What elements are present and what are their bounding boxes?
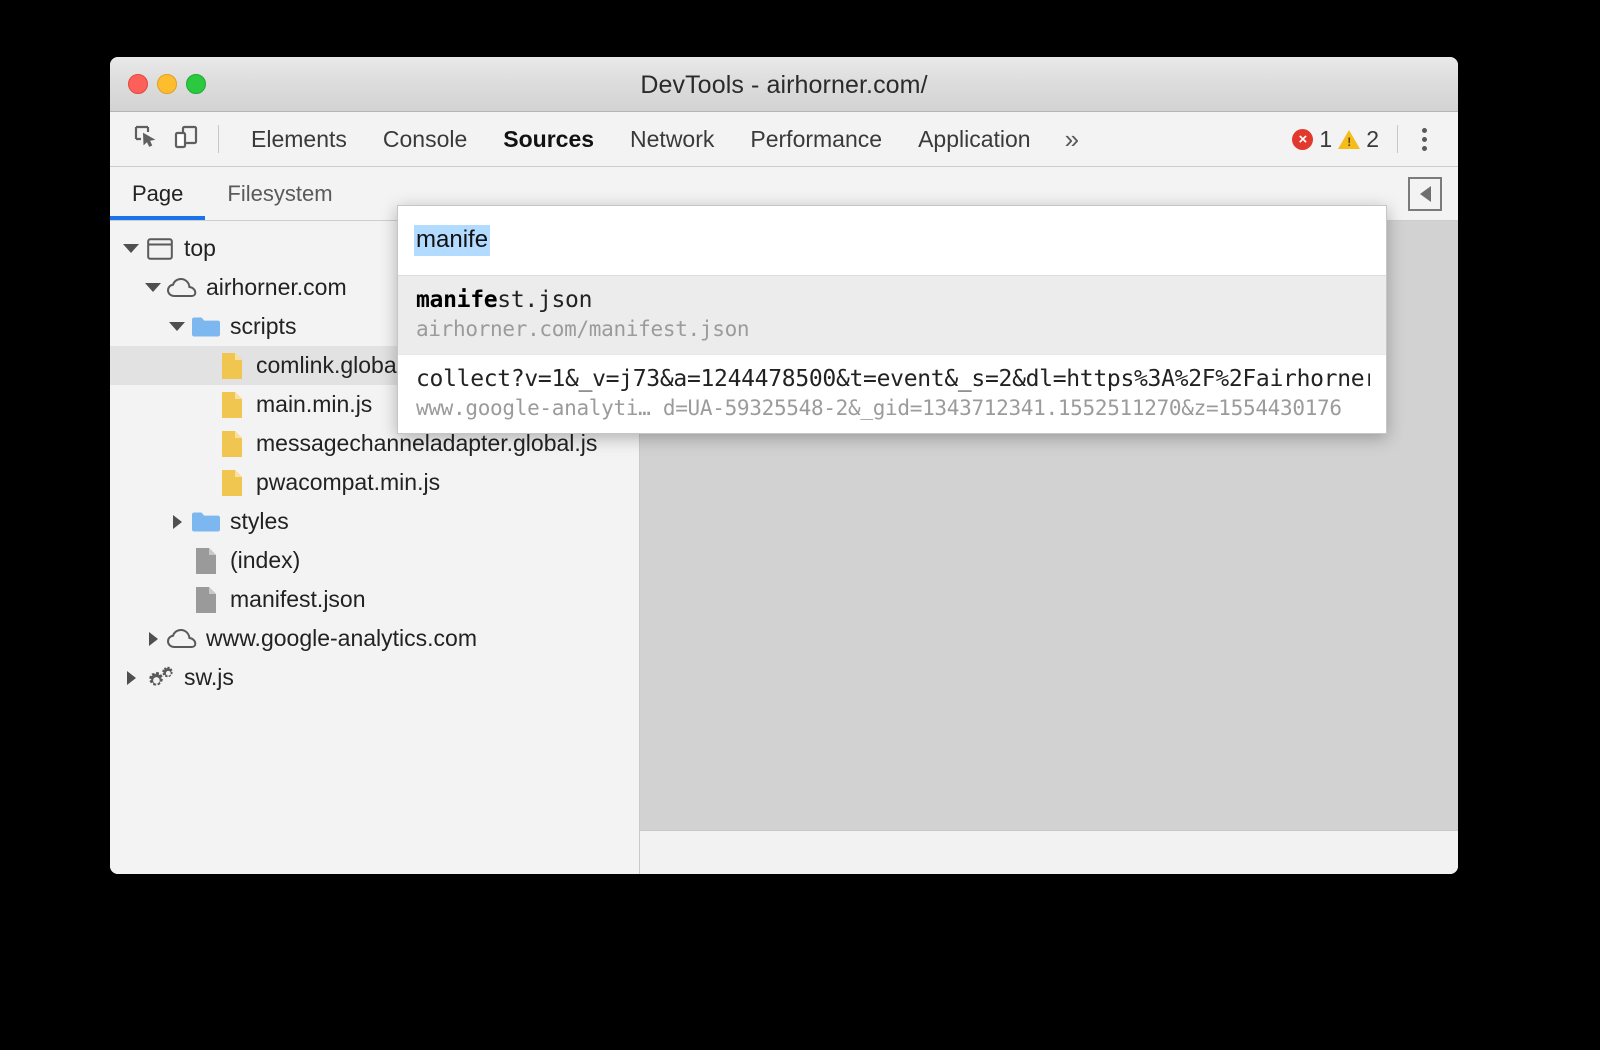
device-toolbar-button[interactable]: [166, 119, 206, 159]
nav-tab-page[interactable]: Page: [110, 167, 206, 220]
device-toolbar-icon: [173, 124, 199, 155]
document-icon: [188, 586, 224, 614]
error-icon: ×: [1292, 128, 1314, 150]
editor-status-bar: [640, 830, 1458, 874]
disclosure-triangle[interactable]: [120, 670, 142, 685]
quick-open-result-title: manifest.json: [416, 287, 1370, 313]
tree-item-styles[interactable]: styles: [110, 502, 639, 541]
disclosure-triangle[interactable]: [142, 283, 164, 292]
toolbar-divider-2: [1397, 125, 1398, 153]
panel-tabs: Elements Console Sources Network Perform…: [233, 112, 1095, 166]
document-icon: [188, 547, 224, 575]
quick-open-result-manifest[interactable]: manifest.json airhorner.com/manifest.jso…: [398, 276, 1386, 355]
tree-item-label: top: [184, 235, 216, 261]
chevron-left-glyph: [1419, 186, 1431, 202]
service-worker-icon: [142, 664, 178, 692]
tree-item-manifest-json[interactable]: manifest.json: [110, 580, 639, 619]
devtools-toolbar: Elements Console Sources Network Perform…: [110, 112, 1458, 167]
title-bar: DevTools - airhorner.com/: [110, 57, 1458, 112]
more-panels-button[interactable]: »: [1049, 112, 1095, 166]
tree-item-label: www.google-analytics.com: [206, 625, 478, 651]
quick-open-result-subtitle: www.google-analyti… d=UA-59325548-2&_gid…: [416, 396, 1342, 420]
toolbar-right-group: × 1 2: [1292, 112, 1444, 166]
folder-icon: [188, 315, 224, 339]
tab-application[interactable]: Application: [900, 112, 1049, 166]
tree-item-label: styles: [230, 508, 289, 534]
tree-item-label: sw.js: [184, 664, 234, 690]
tree-item-label: pwacompat.min.js: [256, 469, 441, 495]
tree-item-index[interactable]: (index): [110, 541, 639, 580]
disclosure-triangle[interactable]: [166, 514, 188, 529]
quick-open-input-wrap[interactable]: manife: [398, 206, 1386, 276]
frame-icon: [142, 237, 178, 260]
error-count: 1: [1319, 125, 1333, 152]
js-file-icon: [214, 352, 250, 380]
quick-open-input[interactable]: manife: [414, 224, 491, 257]
toolbar-divider: [218, 125, 219, 153]
quick-open-result-subtitle: airhorner.com/manifest.json: [416, 317, 750, 341]
warning-count: 2: [1366, 125, 1379, 152]
kebab-menu-icon[interactable]: [1404, 119, 1444, 159]
tree-item-label: main.min.js: [256, 391, 373, 417]
quick-open-dialog: manife manifest.json airhorner.com/manif…: [397, 205, 1387, 434]
issue-counts[interactable]: × 1 2: [1292, 126, 1391, 153]
window-title: DevTools - airhorner.com/: [640, 71, 928, 99]
tree-item-label: messagechanneladapter.global.js: [256, 430, 598, 456]
collapse-sidebar-icon[interactable]: [1408, 177, 1442, 211]
js-file-icon: [214, 430, 250, 458]
js-file-icon: [214, 469, 250, 497]
tree-item-label: manifest.json: [230, 586, 366, 612]
disclosure-triangle[interactable]: [120, 244, 142, 253]
tab-console[interactable]: Console: [365, 112, 485, 166]
quick-open-result-match: manife: [416, 287, 498, 313]
nav-tab-filesystem[interactable]: Filesystem: [205, 167, 354, 220]
tab-performance[interactable]: Performance: [732, 112, 900, 166]
devtools-window: DevTools - airhorner.com/ Elements Conso…: [110, 57, 1458, 874]
folder-icon: [188, 510, 224, 534]
disclosure-triangle[interactable]: [166, 322, 188, 331]
js-file-icon: [214, 391, 250, 419]
tree-item-google-analytics[interactable]: www.google-analytics.com: [110, 619, 639, 658]
tab-sources[interactable]: Sources: [485, 112, 612, 166]
disclosure-triangle[interactable]: [142, 631, 164, 646]
quick-open-result-collect[interactable]: collect?v=1&_v=j73&a=1244478500&t=event&…: [398, 355, 1386, 433]
inspect-element-icon: [133, 124, 159, 155]
warning-icon: [1338, 129, 1361, 149]
tree-item-label: scripts: [230, 313, 297, 339]
quick-open-result-rest: st.json: [497, 287, 593, 313]
tree-item-sw-js[interactable]: sw.js: [110, 658, 639, 697]
tree-item-label: airhorner.com: [206, 274, 347, 300]
cloud-icon: [164, 628, 200, 649]
tab-elements[interactable]: Elements: [233, 112, 365, 166]
inspect-element-button[interactable]: [126, 119, 166, 159]
cloud-icon: [164, 277, 200, 298]
tree-item-label: (index): [230, 547, 301, 573]
tab-network[interactable]: Network: [612, 112, 732, 166]
quick-open-result-title: collect?v=1&_v=j73&a=1244478500&t=event&…: [416, 366, 1370, 392]
tree-item-pwacompat-min-js[interactable]: pwacompat.min.js: [110, 463, 639, 502]
